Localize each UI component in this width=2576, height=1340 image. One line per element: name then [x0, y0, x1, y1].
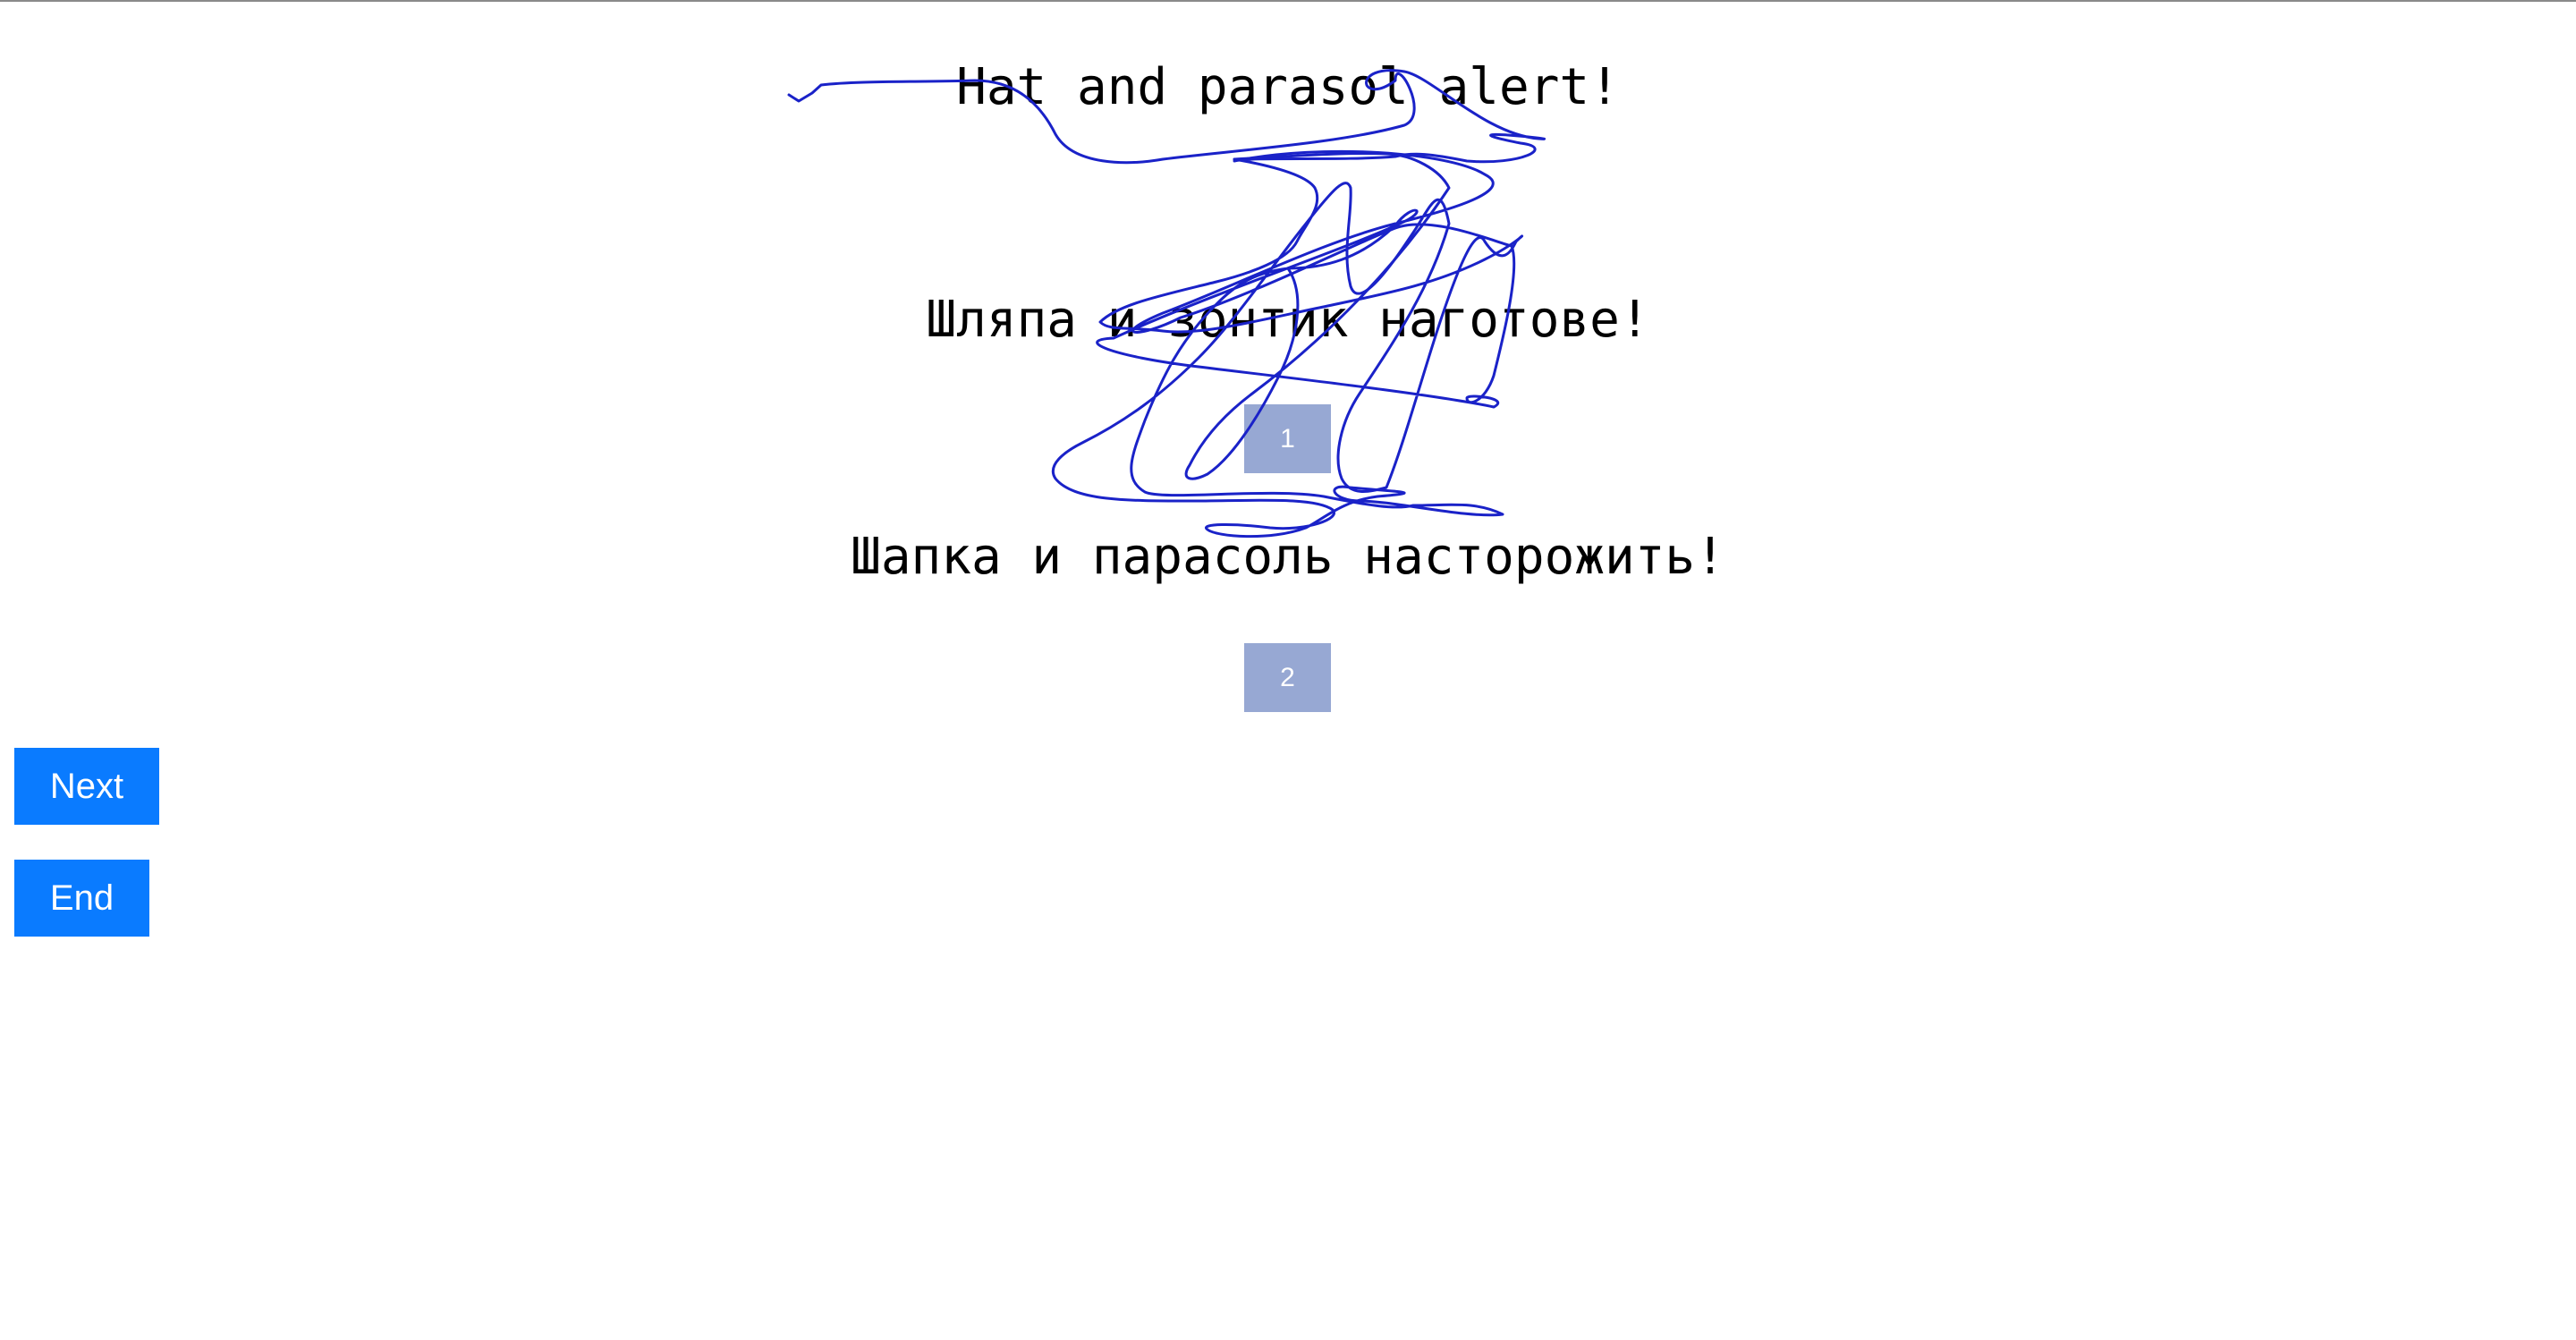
option-2-text: Шапка и парасоль насторожить!	[851, 528, 1725, 586]
choice-1-button[interactable]: 1	[1244, 404, 1331, 473]
choice-2-button[interactable]: 2	[1244, 643, 1331, 712]
next-button[interactable]: Next	[14, 748, 159, 825]
prompt-text: Hat and parasol alert!	[956, 58, 1620, 116]
top-divider	[0, 0, 2576, 2]
end-button[interactable]: End	[14, 860, 149, 937]
page: Hat and parasol alert! Шляпа и зонтик на…	[0, 0, 2576, 1340]
option-1-text: Шляпа и зонтик наготове!	[926, 291, 1650, 349]
